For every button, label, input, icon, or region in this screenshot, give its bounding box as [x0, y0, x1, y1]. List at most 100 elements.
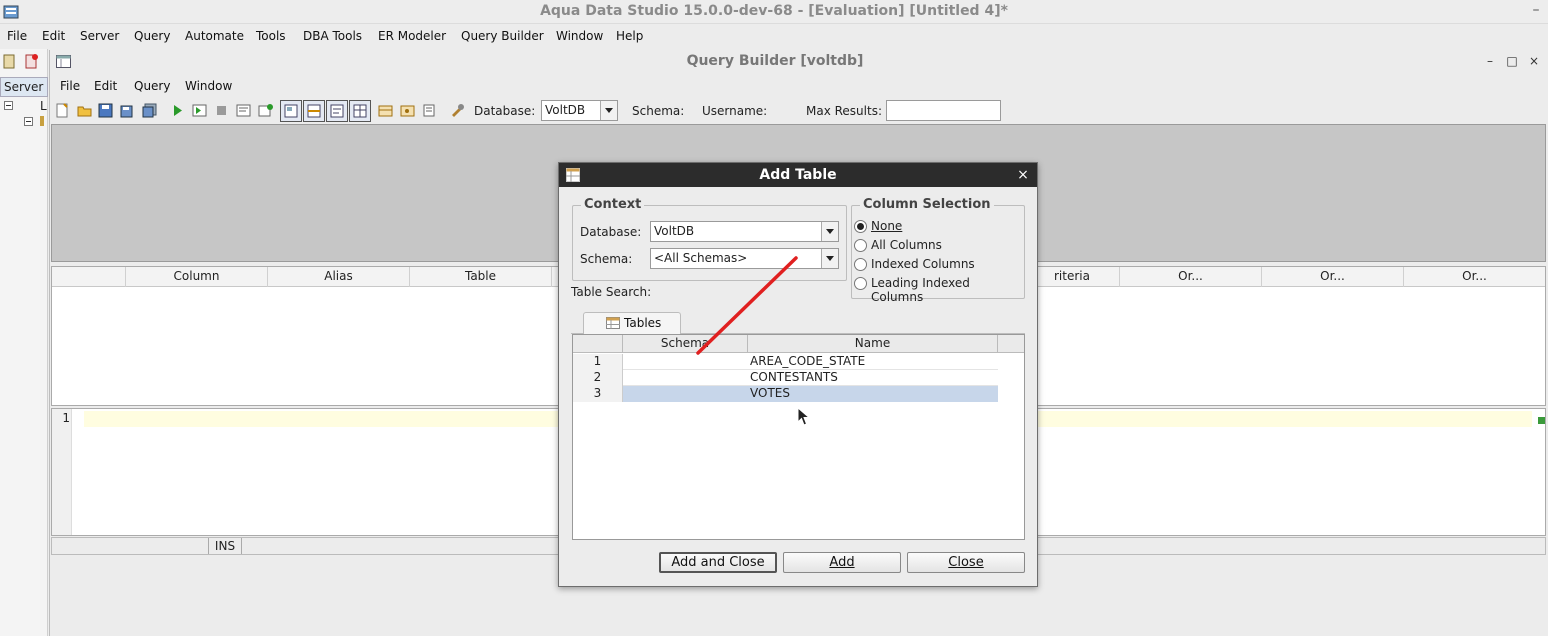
- menu-window[interactable]: Window: [556, 29, 603, 43]
- table-row[interactable]: 2 CONTESTANTS: [573, 370, 998, 386]
- row-number: 3: [573, 386, 623, 402]
- radio-all-columns[interactable]: [854, 239, 867, 252]
- qb-minimize-button[interactable]: –: [1482, 53, 1498, 69]
- radio-indexed-columns-label[interactable]: Indexed Columns: [871, 257, 975, 271]
- max-results-input[interactable]: [886, 100, 1001, 121]
- qb-menu-window[interactable]: Window: [185, 79, 232, 93]
- qb-menu-file[interactable]: File: [60, 79, 80, 93]
- row-schema: [623, 354, 748, 370]
- menu-er-modeler[interactable]: ER Modeler: [378, 29, 446, 43]
- column-selection-group: Column Selection None All Columns Indexe…: [851, 197, 1025, 304]
- dialog-database-select[interactable]: VoltDB: [650, 221, 839, 242]
- qb-menu-query[interactable]: Query: [134, 79, 170, 93]
- editor-gutter: 1: [52, 409, 72, 535]
- menu-query-builder[interactable]: Query Builder: [461, 29, 544, 43]
- menu-server[interactable]: Server: [80, 29, 119, 43]
- distinct-icon[interactable]: [400, 103, 415, 118]
- close-button[interactable]: Close: [907, 552, 1025, 573]
- stop-icon[interactable]: [214, 103, 229, 118]
- tab-tables[interactable]: Tables: [583, 312, 681, 334]
- table-row[interactable]: 1 AREA_CODE_STATE: [573, 354, 998, 370]
- query-builder-toolbar: Database: VoltDB Schema: Username: Max R…: [50, 98, 1548, 124]
- row-number: 2: [573, 370, 623, 386]
- menu-file[interactable]: File: [7, 29, 27, 43]
- server-browser-tab[interactable]: Server: [0, 77, 48, 97]
- sql-pane-toggle[interactable]: [326, 100, 348, 122]
- menu-edit[interactable]: Edit: [42, 29, 65, 43]
- mouse-cursor-icon: [797, 407, 811, 426]
- row-schema: [623, 370, 748, 386]
- table-row-selected[interactable]: 3 VOTES: [573, 386, 998, 402]
- results-pane-icon: [353, 104, 367, 118]
- grid-pane-toggle[interactable]: [303, 100, 325, 122]
- radio-leading-indexed-columns-label[interactable]: Leading Indexed Columns: [871, 276, 1024, 304]
- chevron-down-icon[interactable]: [821, 222, 838, 241]
- add-table-icon[interactable]: [258, 103, 273, 118]
- header-schema[interactable]: Schema: [623, 335, 748, 353]
- qb-close-button[interactable]: ×: [1526, 53, 1542, 69]
- editor-status-marker: [1538, 417, 1545, 424]
- header-name[interactable]: Name: [748, 335, 998, 353]
- add-and-close-button[interactable]: Add and Close: [659, 552, 777, 573]
- dialog-schema-select[interactable]: <All Schemas>: [650, 248, 839, 269]
- group-by-icon[interactable]: [378, 103, 393, 118]
- menu-query[interactable]: Query: [134, 29, 170, 43]
- dialog-title-bar[interactable]: Add Table ×: [559, 163, 1037, 187]
- radio-none[interactable]: [854, 220, 867, 233]
- execute-icon[interactable]: [170, 103, 185, 118]
- radio-indexed-columns[interactable]: [854, 258, 867, 271]
- open-folder-icon[interactable]: [77, 103, 92, 118]
- menu-help[interactable]: Help: [616, 29, 643, 43]
- grid-header-or-2[interactable]: Or...: [1262, 267, 1404, 287]
- radio-all-columns-label[interactable]: All Columns: [871, 238, 942, 252]
- new-query-icon[interactable]: [55, 103, 70, 118]
- minimize-window-button[interactable]: –: [1528, 2, 1544, 20]
- header-row-number: [573, 335, 623, 353]
- server-toolbar-icons[interactable]: [2, 53, 46, 71]
- tables-list[interactable]: Schema Name 1 AREA_CODE_STATE 2 CONTESTA…: [572, 334, 1025, 540]
- clear-icon[interactable]: [422, 103, 437, 118]
- radio-leading-indexed-columns[interactable]: [854, 277, 867, 290]
- add-table-dialog: Add Table × Context Database: VoltDB Sch…: [558, 162, 1038, 587]
- toolbar-database-select[interactable]: VoltDB: [541, 100, 618, 121]
- tree-node-label[interactable]: L: [40, 99, 47, 113]
- qb-menu-edit[interactable]: Edit: [94, 79, 117, 93]
- save-icon[interactable]: [98, 103, 113, 118]
- grid-header-table[interactable]: Table: [410, 267, 552, 287]
- table-grid-icon: [606, 317, 620, 329]
- grid-header-alias[interactable]: Alias: [268, 267, 410, 287]
- results-pane-toggle[interactable]: [349, 100, 371, 122]
- tables-list-header: Schema Name: [573, 335, 1024, 353]
- header-filler: [998, 335, 1024, 353]
- diagram-pane-toggle[interactable]: [280, 100, 302, 122]
- window-title: Aqua Data Studio 15.0.0-dev-68 - [Evalua…: [540, 3, 1008, 19]
- menu-automate[interactable]: Automate: [185, 29, 244, 43]
- menu-dba-tools[interactable]: DBA Tools: [303, 29, 362, 43]
- toolbar-database-value: VoltDB: [545, 103, 586, 117]
- save-as-icon[interactable]: [120, 103, 135, 118]
- chevron-down-icon[interactable]: [600, 101, 617, 120]
- grid-header-or-3[interactable]: Or...: [1404, 267, 1545, 287]
- properties-icon[interactable]: [450, 103, 465, 118]
- query-builder-title-bar: Query Builder [voltdb] – □ ×: [50, 50, 1548, 74]
- row-name: CONTESTANTS: [750, 370, 838, 384]
- row-name: AREA_CODE_STATE: [750, 354, 866, 368]
- context-legend: Context: [581, 197, 645, 212]
- menu-tools[interactable]: Tools: [256, 29, 286, 43]
- toolbar-username-label: Username:: [702, 104, 768, 118]
- format-icon[interactable]: [236, 103, 251, 118]
- chevron-down-icon[interactable]: [821, 249, 838, 268]
- editor-line-number: 1: [62, 411, 70, 425]
- column-selection-legend: Column Selection: [860, 197, 994, 212]
- save-all-icon[interactable]: [142, 103, 157, 118]
- row-name: VOTES: [748, 386, 998, 402]
- add-button[interactable]: Add: [783, 552, 901, 573]
- dialog-close-icon[interactable]: ×: [1015, 167, 1031, 183]
- grid-header-or-1[interactable]: Or...: [1120, 267, 1262, 287]
- grid-header-column[interactable]: Column: [126, 267, 268, 287]
- context-group: Context Database: VoltDB Schema: <All Sc…: [572, 197, 847, 281]
- execute-plan-icon[interactable]: [192, 103, 207, 118]
- qb-maximize-button[interactable]: □: [1504, 53, 1520, 69]
- radio-none-label[interactable]: None: [871, 219, 902, 233]
- tree-expand-icons[interactable]: [4, 101, 44, 151]
